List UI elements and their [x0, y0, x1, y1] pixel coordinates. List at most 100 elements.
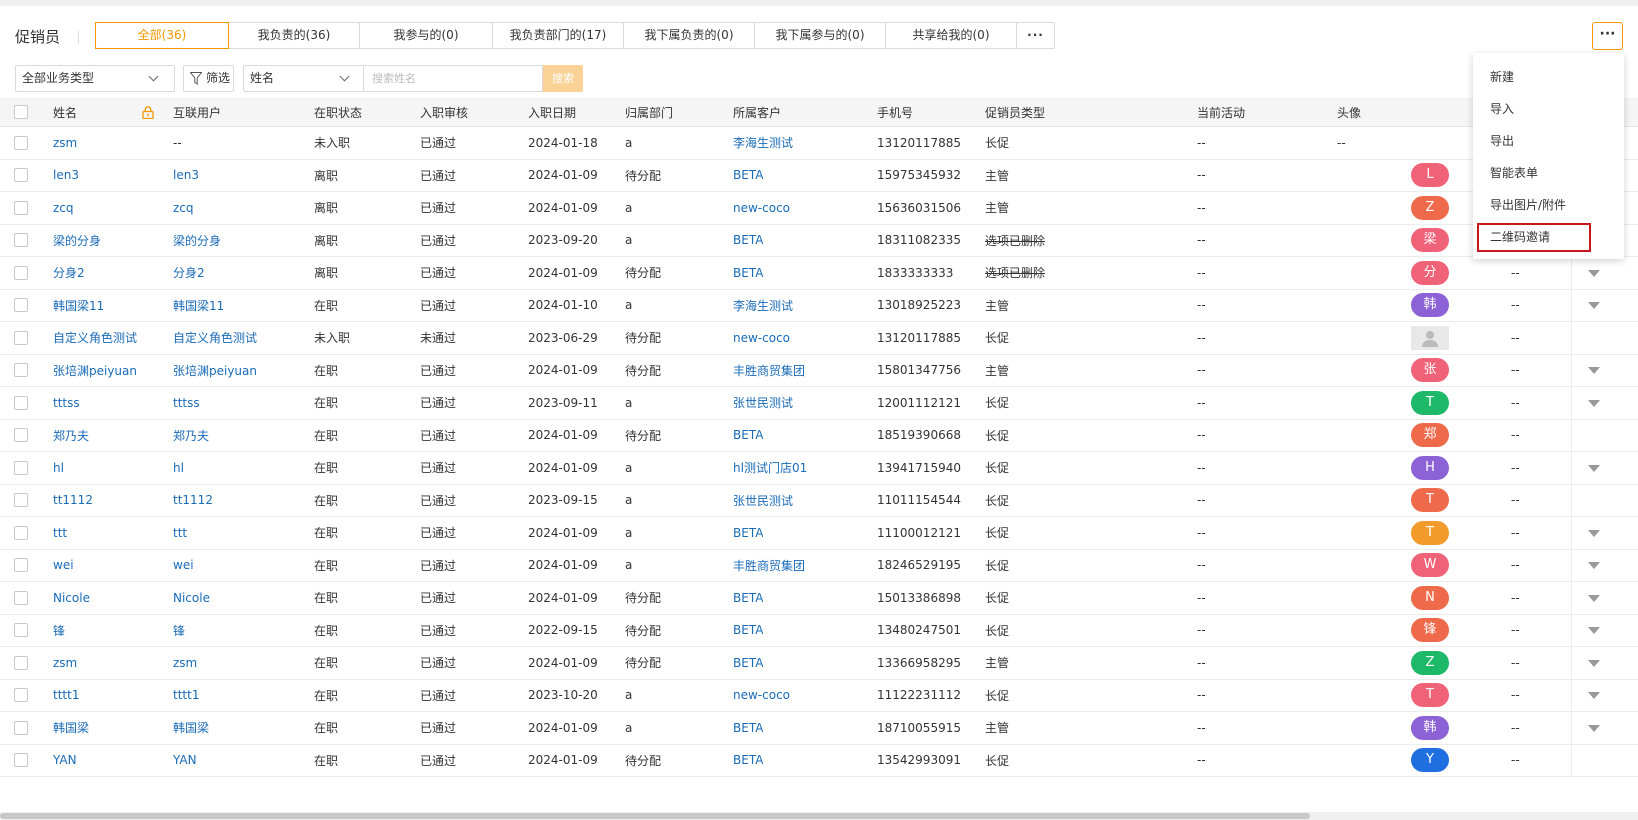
table-row[interactable]: zsm -- 未入职 已通过 2024-01-18 a 李海生测试 13120117885 长促…	[0, 127, 1638, 160]
cell-name[interactable]: 锋	[45, 615, 65, 647]
cell-customer[interactable]: 丰胜商贸集团	[725, 355, 805, 387]
row-checkbox[interactable]	[14, 200, 28, 215]
row-checkbox[interactable]	[14, 655, 28, 670]
avatar[interactable]: 分	[1411, 260, 1449, 285]
row-expand-caret-icon[interactable]	[1588, 464, 1600, 472]
row-expand-caret-icon[interactable]	[1588, 529, 1600, 537]
column-header-6[interactable]: 所属客户	[725, 98, 781, 126]
row-expand-caret-icon[interactable]	[1588, 692, 1600, 700]
avatar[interactable]: 锋	[1411, 618, 1449, 643]
avatar[interactable]: W	[1411, 553, 1449, 578]
table-row[interactable]: YAN YAN 在职 已通过 2024-01-09 待分配 BETA 13542993091 长…	[0, 744, 1638, 777]
column-header-9[interactable]: 当前活动	[1189, 98, 1245, 126]
cell-user[interactable]: hl	[165, 452, 184, 484]
cell-user[interactable]: 分身2	[165, 257, 205, 289]
lock-icon[interactable]	[142, 106, 154, 119]
row-checkbox[interactable]	[14, 525, 28, 540]
table-row[interactable]: ttt ttt 在职 已通过 2024-01-09 a BETA 11100012121 长促 -…	[0, 517, 1638, 550]
cell-user[interactable]: tt1112	[165, 485, 213, 517]
biz-type-select[interactable]: 全部业务类型	[15, 65, 175, 92]
cell-name[interactable]: ttt	[45, 517, 67, 549]
table-row[interactable]: 张培渊peiyuan 张培渊peiyuan 在职 已通过 2024-01-09 待分配 丰胜…	[0, 354, 1638, 387]
table-row[interactable]: zcq zcq 离职 已通过 2024-01-09 a new-coco 1563603150…	[0, 192, 1638, 225]
table-row[interactable]: wei wei 在职 已通过 2024-01-09 a 丰胜商贸集团 18246529195 长…	[0, 549, 1638, 582]
menu-item-0[interactable]: 新建	[1473, 61, 1624, 93]
cell-user[interactable]: zcq	[165, 192, 194, 224]
table-row[interactable]: 分身2 分身2 离职 已通过 2024-01-09 待分配 BETA 1833333333 选项…	[0, 257, 1638, 290]
table-row[interactable]: len3 len3 离职 已通过 2024-01-09 待分配 BETA 1597534593…	[0, 159, 1638, 192]
row-checkbox[interactable]	[14, 168, 28, 183]
avatar[interactable]: 郑	[1411, 423, 1449, 448]
cell-user[interactable]: zsm	[165, 647, 197, 679]
table-row[interactable]: 锋 锋 在职 已通过 2022-09-15 待分配 BETA 13480247501 长促 -- 锋…	[0, 614, 1638, 647]
cell-user[interactable]: 张培渊peiyuan	[165, 355, 257, 387]
column-header-2[interactable]: 在职状态	[306, 98, 362, 126]
column-header-4[interactable]: 入职日期	[520, 98, 576, 126]
cell-name[interactable]: Nicole	[45, 582, 90, 614]
row-expand-caret-icon[interactable]	[1588, 399, 1600, 407]
table-row[interactable]: Nicole Nicole 在职 已通过 2024-01-09 待分配 BETA 150133…	[0, 582, 1638, 615]
cell-user[interactable]: --	[165, 127, 182, 159]
cell-name[interactable]: wei	[45, 550, 74, 582]
cell-user[interactable]: 锋	[165, 615, 185, 647]
cell-user[interactable]: 自定义角色测试	[165, 322, 257, 354]
cell-user[interactable]: 梁的分身	[165, 225, 221, 257]
cell-user[interactable]: 韩国梁	[165, 712, 209, 744]
table-row[interactable]: 自定义角色测试 自定义角色测试 未入职 未通过 2023-06-29 待分配 new-coc…	[0, 322, 1638, 355]
cell-customer[interactable]: new-coco	[725, 680, 790, 712]
row-expand-caret-icon[interactable]	[1588, 562, 1600, 570]
cell-customer[interactable]: 李海生测试	[725, 290, 793, 322]
cell-name[interactable]: 梁的分身	[45, 225, 101, 257]
cell-customer[interactable]: new-coco	[725, 192, 790, 224]
cell-customer[interactable]: 丰胜商贸集团	[725, 550, 805, 582]
cell-user[interactable]: tttt1	[165, 680, 199, 712]
avatar[interactable]: Z	[1411, 195, 1449, 220]
cell-customer[interactable]: 张世民测试	[725, 387, 793, 419]
horizontal-scrollbar[interactable]	[0, 812, 1638, 820]
row-checkbox[interactable]	[14, 330, 28, 345]
cell-name[interactable]: tttss	[45, 387, 80, 419]
table-row[interactable]: 郑乃夫 郑乃夫 在职 已通过 2024-01-09 待分配 BETA 18519390668 长…	[0, 419, 1638, 452]
cell-customer[interactable]: BETA	[725, 257, 763, 289]
tab-2[interactable]: 我参与的(0)	[360, 23, 493, 48]
tab-3[interactable]: 我负责部门的(17)	[493, 23, 624, 48]
avatar[interactable]: 张	[1411, 358, 1449, 383]
cell-name[interactable]: tttt1	[45, 680, 79, 712]
row-checkbox[interactable]	[14, 363, 28, 378]
column-header-0[interactable]: 姓名	[45, 98, 77, 126]
menu-item-5[interactable]: 二维码邀请	[1473, 221, 1624, 253]
cell-name[interactable]: 韩国梁11	[45, 290, 104, 322]
cell-name[interactable]: hl	[45, 452, 64, 484]
menu-item-1[interactable]: 导入	[1473, 93, 1624, 125]
row-expand-caret-icon[interactable]	[1588, 367, 1600, 375]
cell-user[interactable]: Nicole	[165, 582, 210, 614]
avatar[interactable]: H	[1411, 455, 1449, 480]
column-header-7[interactable]: 手机号	[869, 98, 913, 126]
row-expand-caret-icon[interactable]	[1588, 724, 1600, 732]
tab-4[interactable]: 我下属负责的(0)	[624, 23, 755, 48]
cell-customer[interactable]: hl测试门店01	[725, 452, 807, 484]
avatar[interactable]: T	[1411, 390, 1449, 415]
column-header-5[interactable]: 归属部门	[617, 98, 673, 126]
cell-customer[interactable]: BETA	[725, 647, 763, 679]
row-checkbox[interactable]	[14, 623, 28, 638]
filter-button[interactable]: 筛选	[183, 65, 234, 92]
row-checkbox[interactable]	[14, 590, 28, 605]
avatar[interactable]: 梁	[1411, 228, 1449, 253]
row-expand-caret-icon[interactable]	[1588, 302, 1600, 310]
cell-name[interactable]: YAN	[45, 745, 77, 777]
avatar[interactable]: L	[1411, 163, 1449, 188]
cell-name[interactable]: 郑乃夫	[45, 420, 89, 452]
avatar[interactable]: N	[1411, 585, 1449, 610]
search-input[interactable]	[363, 65, 543, 92]
cell-name[interactable]: zcq	[45, 192, 74, 224]
avatar[interactable]: 韩	[1411, 293, 1449, 318]
search-button[interactable]: 搜索	[543, 65, 583, 92]
row-checkbox[interactable]	[14, 135, 28, 150]
row-expand-caret-icon[interactable]	[1588, 659, 1600, 667]
tab-5[interactable]: 我下属参与的(0)	[755, 23, 886, 48]
menu-item-3[interactable]: 智能表单	[1473, 157, 1624, 189]
row-checkbox[interactable]	[14, 395, 28, 410]
row-expand-caret-icon[interactable]	[1588, 594, 1600, 602]
tab-0[interactable]: 全部(36)	[95, 22, 229, 49]
